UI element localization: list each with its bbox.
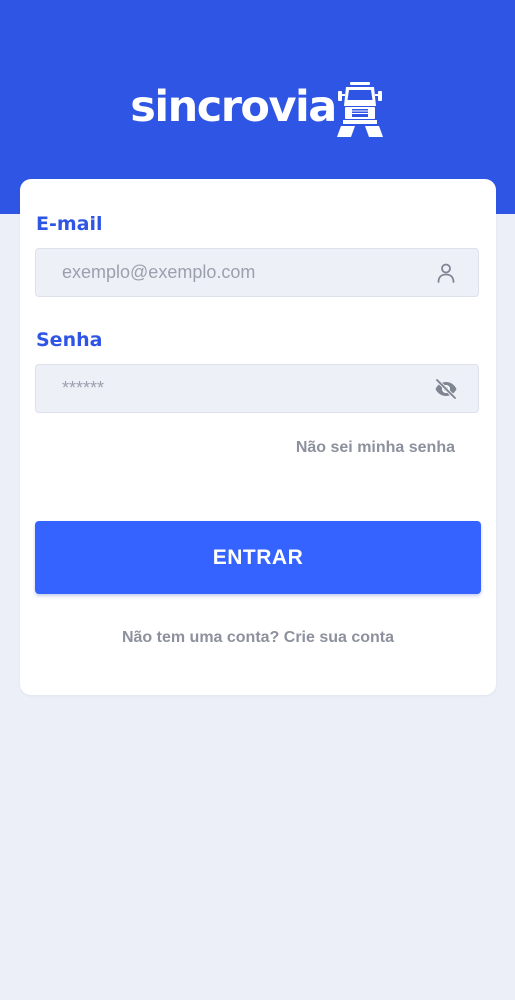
brand-logo: sincrovia <box>0 74 515 140</box>
email-field-container <box>35 248 479 297</box>
enter-button[interactable]: ENTRAR <box>35 521 481 594</box>
password-field-container <box>35 364 479 413</box>
eye-off-icon[interactable] <box>434 377 458 401</box>
forgot-password-link[interactable]: Não sei minha senha <box>296 439 455 457</box>
truck-icon <box>336 82 383 137</box>
password-label: Senha <box>36 329 103 351</box>
login-card: E-mail Senha Não sei minha senha ENTRAR … <box>20 179 496 695</box>
password-field[interactable] <box>36 365 442 412</box>
signup-link[interactable]: Não tem uma conta? Crie sua conta <box>20 629 496 647</box>
user-icon <box>437 263 455 283</box>
email-field[interactable] <box>36 249 442 296</box>
email-label: E-mail <box>36 213 103 235</box>
logo-wordmark: sincrovia <box>130 81 337 132</box>
